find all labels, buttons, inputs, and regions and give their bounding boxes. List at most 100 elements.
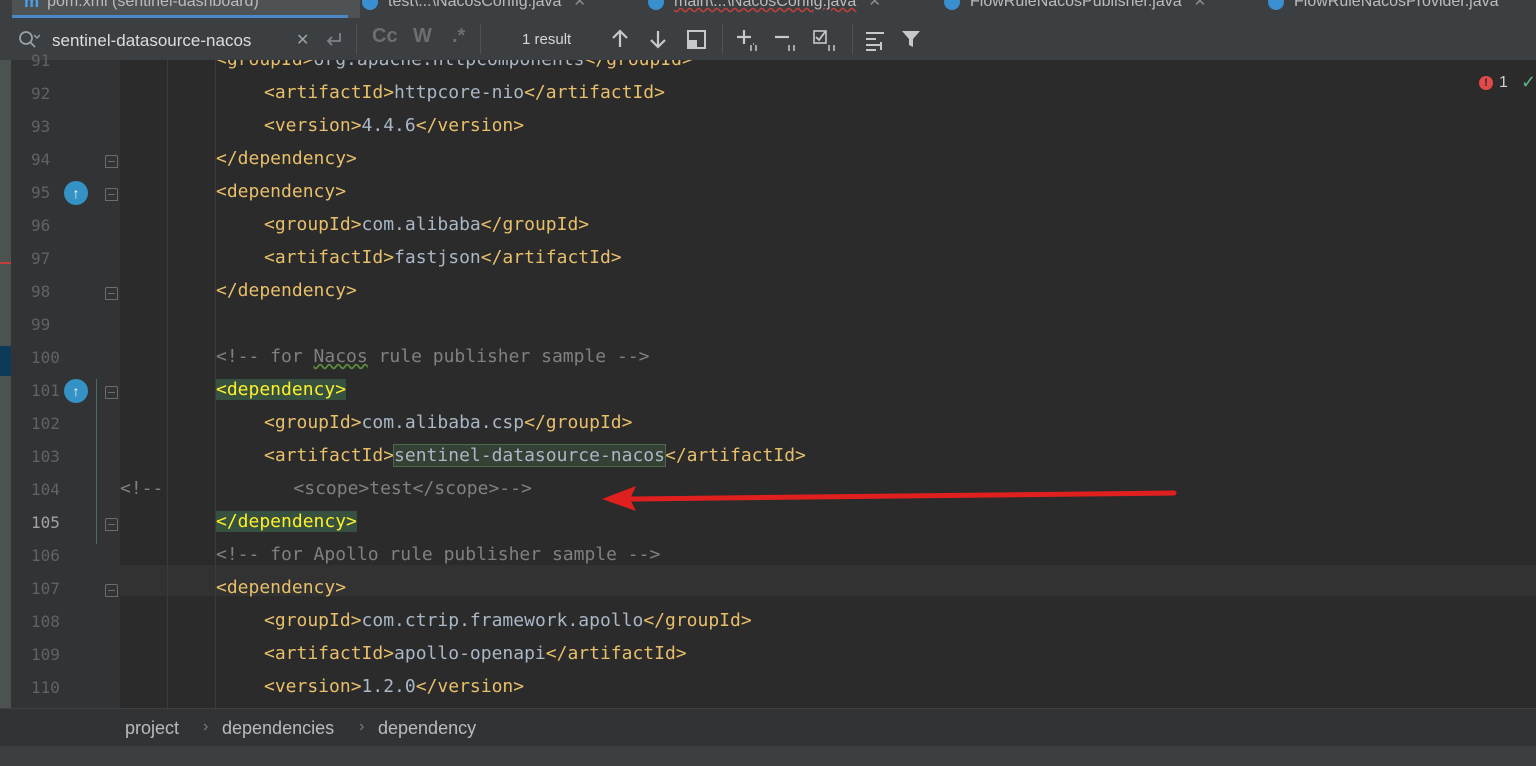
code-token: <version> xyxy=(264,115,362,136)
code-token: </groupId> xyxy=(643,610,752,631)
code-line: <!-- for Apollo rule publisher sample --… xyxy=(216,544,660,565)
code-token: </version> xyxy=(415,676,525,697)
code-token: <!-- for Apollo rule publisher sample --… xyxy=(216,544,661,565)
tab-test-nacos-config[interactable]: test\...\NacosConfig.java ✕ xyxy=(362,0,586,18)
code-line: <artifactId>sentinel-datasource-nacos</a… xyxy=(264,444,806,467)
tool-window-strip xyxy=(0,60,11,708)
code-token: </groupId> xyxy=(524,412,633,433)
go-to-parent-icon[interactable]: ↑ xyxy=(64,181,88,205)
code-token: <dependency> xyxy=(216,379,347,400)
code-line: <artifactId>apollo-openapi</artifactId> xyxy=(264,643,687,664)
line-number: 102 xyxy=(31,414,60,433)
line-number: 104 xyxy=(31,480,60,499)
close-icon[interactable]: ✕ xyxy=(868,0,881,10)
search-input[interactable]: sentinel-datasource-nacos xyxy=(52,31,251,51)
line-number: 99 xyxy=(31,315,51,334)
clear-search-icon[interactable]: ✕ xyxy=(296,30,309,50)
fold-marker-icon[interactable] xyxy=(105,386,118,399)
tab-flow-rule-nacos-provider[interactable]: FlowRuleNacosProvider.java xyxy=(1268,0,1499,18)
tab-flow-rule-nacos-publisher[interactable]: FlowRuleNacosPublisher.java ✕ xyxy=(944,0,1206,18)
next-occurrence-icon[interactable] xyxy=(647,28,669,50)
add-occurrence-icon[interactable] xyxy=(736,28,762,52)
code-line: <groupId>com.alibaba</groupId> xyxy=(264,214,589,235)
code-token: </dependency> xyxy=(216,148,357,169)
line-number: 105 xyxy=(31,513,60,532)
code-token: <groupId> xyxy=(264,610,362,631)
annotation-arrow xyxy=(602,486,1177,511)
code-token: <artifactId> xyxy=(264,247,395,268)
code-token: </dependency> xyxy=(216,280,357,301)
code-token: <artifactId> xyxy=(264,445,395,466)
fold-marker-icon[interactable] xyxy=(105,287,118,300)
fold-marker-icon[interactable] xyxy=(105,518,118,531)
code-token: </groupId> xyxy=(584,60,692,70)
code-line: <dependency> xyxy=(216,577,346,598)
code-token: com.ctrip.framework.apollo xyxy=(361,610,644,631)
code-token: </artifactId> xyxy=(524,82,665,103)
line-number: 106 xyxy=(31,546,60,565)
line-number: 109 xyxy=(31,645,60,664)
code-line: </dependency> xyxy=(216,280,357,301)
line-number: 100 xyxy=(31,348,60,367)
remove-occurrence-icon[interactable] xyxy=(774,28,800,52)
code-token: <dependency> xyxy=(216,181,347,202)
breadcrumb-dependency[interactable]: dependency xyxy=(378,718,476,739)
close-icon[interactable]: ✕ xyxy=(573,0,586,10)
code-token: </artifactId> xyxy=(480,247,622,268)
code-line: <artifactId>httpcore-nio</artifactId> xyxy=(264,82,665,103)
code-token: apollo-openapi xyxy=(394,643,546,664)
close-icon[interactable]: ✕ xyxy=(1194,0,1207,10)
fold-marker-icon[interactable] xyxy=(105,584,118,597)
error-icon: ! xyxy=(1479,76,1493,90)
code-token: </groupId> xyxy=(480,214,590,235)
code-editor[interactable]: <groupId>org.apache.httpcomponents</grou… xyxy=(120,60,1536,708)
line-number: 91 xyxy=(31,51,51,70)
filter-search-results-icon[interactable] xyxy=(864,30,888,52)
maven-icon: m xyxy=(24,0,40,11)
breadcrumb: project › dependencies › dependency xyxy=(0,708,1536,747)
match-case-button[interactable]: Cc xyxy=(372,25,398,48)
separator xyxy=(722,24,723,54)
new-line-icon[interactable] xyxy=(324,30,346,50)
code-line: <groupId>com.ctrip.framework.apollo</gro… xyxy=(264,610,752,631)
chevron-right-icon: › xyxy=(359,718,365,735)
breadcrumb-dependencies[interactable]: dependencies xyxy=(222,718,334,739)
breadcrumb-project[interactable]: project xyxy=(125,718,179,739)
line-number: 94 xyxy=(31,150,51,169)
java-class-icon xyxy=(944,0,960,10)
java-class-icon xyxy=(1268,0,1284,10)
code-token: <dependency> xyxy=(216,577,347,598)
filter-icon[interactable] xyxy=(900,28,922,50)
java-class-icon xyxy=(648,0,664,10)
code-line: </dependency> xyxy=(216,148,357,169)
code-token: <version> xyxy=(264,676,362,697)
show-in-find-window-icon[interactable] xyxy=(686,29,708,51)
code-token: Nacos xyxy=(313,346,368,367)
search-result-count: 1 result xyxy=(522,31,572,48)
line-number: 93 xyxy=(31,117,51,136)
tab-main-nacos-config[interactable]: main\...\NacosConfig.java ✕ xyxy=(648,0,881,18)
inspection-widget[interactable]: ! 1 xyxy=(1479,74,1508,92)
code-token: </artifactId> xyxy=(545,643,687,664)
code-token: <groupId> xyxy=(264,214,362,235)
java-class-icon xyxy=(362,0,378,10)
search-field[interactable]: sentinel-datasource-nacos ✕ xyxy=(12,22,478,56)
line-number: 108 xyxy=(31,612,60,631)
code-line: <artifactId>fastjson</artifactId> xyxy=(264,247,622,268)
go-to-parent-icon[interactable]: ↑ xyxy=(64,379,88,403)
code-token: <groupId> xyxy=(216,60,314,70)
code-line: <dependency> xyxy=(216,379,347,400)
code-line: <groupId>com.alibaba.csp</groupId> xyxy=(264,412,632,433)
select-all-occurrences-icon[interactable] xyxy=(812,28,840,52)
code-token: <groupId> xyxy=(264,412,362,433)
line-number: 97 xyxy=(31,249,51,268)
code-token: </dependency> xyxy=(216,511,357,532)
code-token: <!-- <scope>test</scope>--> xyxy=(120,478,532,499)
fold-marker-icon[interactable] xyxy=(105,188,118,201)
words-button[interactable]: W xyxy=(413,25,432,48)
code-token: <artifactId> xyxy=(264,643,395,664)
fold-marker-icon[interactable] xyxy=(105,155,118,168)
previous-occurrence-icon[interactable] xyxy=(609,28,631,50)
regex-button[interactable]: .* xyxy=(452,25,465,48)
search-match: sentinel-datasource-nacos xyxy=(393,444,666,467)
